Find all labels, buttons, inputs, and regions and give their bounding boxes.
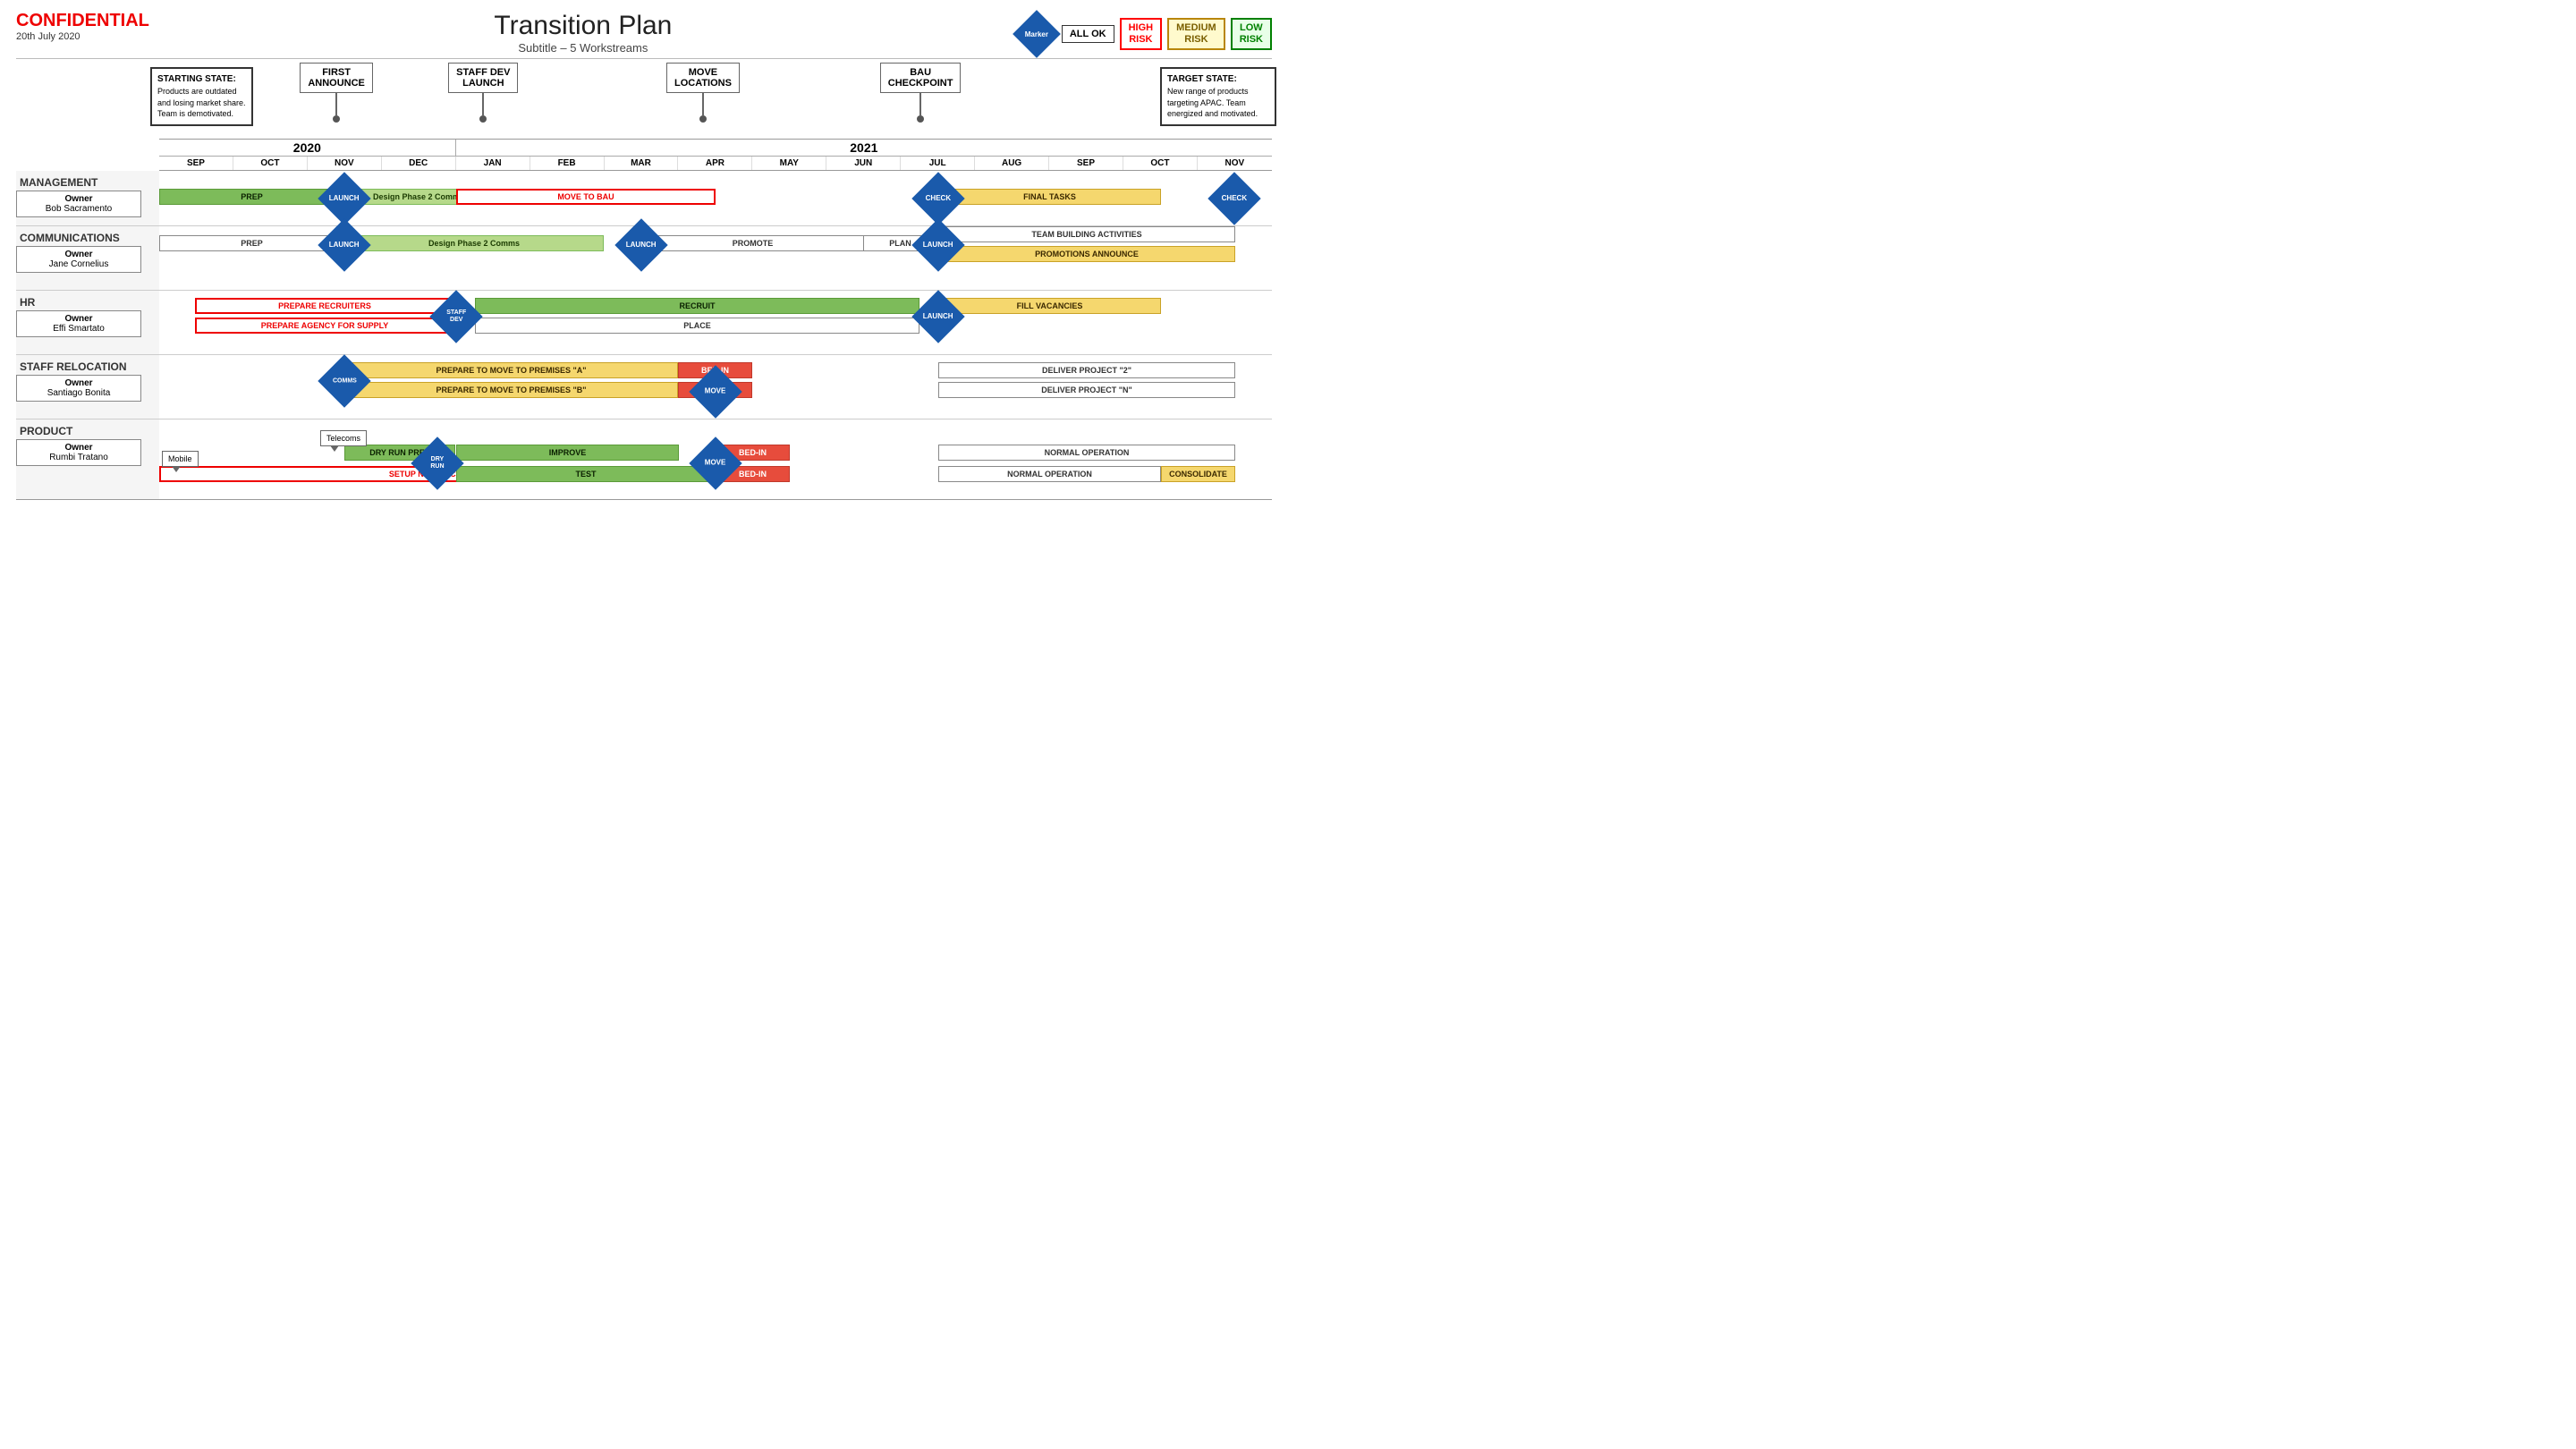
main-title: Transition Plan: [494, 11, 672, 41]
col-apr: APR: [678, 157, 752, 170]
hr-fill-vacancies-bar: FILL VACANCIES: [938, 298, 1161, 314]
date-label: 20th July 2020: [16, 31, 149, 42]
title-center: Transition Plan Subtitle – 5 Workstreams: [494, 11, 672, 55]
milestone-move-locations: MOVELOCATIONS: [666, 63, 740, 123]
mgmt-move-bau-bar: MOVE TO BAU: [456, 189, 716, 205]
col-jan: JAN: [456, 157, 530, 170]
legend-low-risk: LOWRISK: [1231, 18, 1272, 50]
product-improve-bar: IMPROVE: [456, 445, 679, 461]
col-may: MAY: [752, 157, 826, 170]
year-2021: 2021: [456, 140, 1272, 156]
confidential-label: CONFIDENTIAL: [16, 11, 149, 31]
col-oct2: OCT: [1123, 157, 1198, 170]
milestone-staff-dev: STAFF DEVLAUNCH: [448, 63, 518, 123]
col-jul: JUL: [901, 157, 975, 170]
mgmt-prep-bar: PREP: [159, 189, 344, 205]
ws-hr-label: HR Owner Effi Smartato: [16, 296, 155, 337]
legend-medium-risk: MEDIUMRISK: [1167, 18, 1225, 50]
hr-place-bar: PLACE: [475, 318, 919, 334]
subtitle: Subtitle – 5 Workstreams: [494, 41, 672, 55]
milestone-first-announce: FIRSTANNOUNCE: [300, 63, 373, 123]
mgmt-check-diamond: CHECK: [919, 180, 957, 217]
header-left: CONFIDENTIAL 20th July 2020: [16, 11, 149, 42]
product-test-bar: TEST: [456, 466, 716, 482]
mgmt-final-tasks-bar: FINAL TASKS: [938, 189, 1161, 205]
workstream-product: PRODUCT Owner Rumbi Tratano Mobile Telec…: [16, 419, 1272, 500]
ws-comms-label: COMMUNICATIONS Owner Jane Cornelius: [16, 232, 155, 273]
col-aug: AUG: [975, 157, 1049, 170]
comms-team-building-bar: TEAM BUILDING ACTIVITIES: [938, 226, 1235, 242]
workstream-hr: HR Owner Effi Smartato PREPARE RECRUITER…: [16, 291, 1272, 355]
comms-launch1-diamond: LAUNCH: [326, 226, 363, 264]
reloc-delivern-bar: DELIVER PROJECT "N": [938, 382, 1235, 398]
target-state-box: TARGET STATE: New range of products targ…: [1160, 67, 1276, 126]
comms-promotions-bar: PROMOTIONS ANNOUNCE: [938, 246, 1235, 262]
hr-prepare-recruiters-bar: PREPARE RECRUITERS: [195, 298, 454, 314]
legend-all-ok: ALL OK: [1062, 25, 1114, 43]
product-move-diamond: MOVE: [697, 445, 734, 482]
hr-launch-diamond: LAUNCH: [919, 298, 957, 335]
comms-prep-bar: PREP: [159, 235, 344, 251]
reloc-prep-a-bar: PREPARE TO MOVE TO PREMISES "A": [344, 362, 678, 378]
starting-state-box: STARTING STATE: Products are outdated an…: [150, 67, 253, 126]
legend-high-risk: HIGHRISK: [1120, 18, 1163, 50]
col-sep: SEP: [159, 157, 233, 170]
product-normal-op2-bar: NORMAL OPERATION: [938, 466, 1161, 482]
mgmt-launch-diamond: LAUNCH: [326, 180, 363, 217]
mobile-bubble: Mobile: [162, 451, 199, 467]
workstream-management: MANAGEMENT Owner Bob Sacramento PREP LAU…: [16, 171, 1272, 226]
workstream-staff-relocation: STAFF RELOCATION Owner Santiago Bonita C…: [16, 355, 1272, 419]
reloc-comms-diamond: COMMS: [326, 362, 363, 400]
hr-staffdev-diamond: STAFFDEV: [437, 298, 475, 335]
col-feb: FEB: [530, 157, 605, 170]
col-nov: NOV: [308, 157, 382, 170]
mgmt-check2-diamond: CHECK: [1216, 180, 1253, 217]
comms-design-bar: Design Phase 2 Comms: [344, 235, 604, 251]
product-dryrun-diamond: DRYRUN: [419, 445, 456, 482]
reloc-move-diamond: MOVE: [697, 373, 734, 411]
reloc-prep-b-bar: PREPARE TO MOVE TO PREMISES "B": [344, 382, 678, 398]
ws-reloc-label: STAFF RELOCATION Owner Santiago Bonita: [16, 360, 155, 402]
milestone-bau: BAUCHECKPOINT: [880, 63, 962, 123]
page: CONFIDENTIAL 20th July 2020 Transition P…: [0, 0, 1288, 724]
hr-prepare-agency-bar: PREPARE AGENCY FOR SUPPLY: [195, 318, 454, 334]
hr-recruit-bar: RECRUIT: [475, 298, 919, 314]
col-jun: JUN: [826, 157, 901, 170]
col-sep2: SEP: [1049, 157, 1123, 170]
col-oct: OCT: [233, 157, 308, 170]
col-nov2: NOV: [1198, 157, 1272, 170]
ws-product-label: PRODUCT Owner Rumbi Tratano: [16, 425, 155, 466]
comms-promote-bar: PROMOTE: [641, 235, 864, 251]
col-dec: DEC: [382, 157, 456, 170]
marker-text: Marker: [1025, 30, 1048, 38]
telecoms-bubble: Telecoms: [320, 430, 367, 446]
product-normal-op1-bar: NORMAL OPERATION: [938, 445, 1235, 461]
workstream-communications: COMMUNICATIONS Owner Jane Cornelius PREP…: [16, 226, 1272, 291]
legend: Marker ALL OK HIGHRISK MEDIUMRISK LOWRIS…: [1017, 14, 1272, 54]
ws-management-label: MANAGEMENT Owner Bob Sacramento: [16, 176, 155, 217]
product-consolidate-bar: CONSOLIDATE: [1161, 466, 1235, 482]
reloc-deliver2-bar: DELIVER PROJECT "2": [938, 362, 1235, 378]
year-2020: 2020: [159, 140, 456, 156]
legend-marker-diamond: Marker: [1017, 14, 1056, 54]
comms-launch3-diamond: LAUNCH: [919, 226, 957, 264]
comms-launch2-diamond: LAUNCH: [623, 226, 660, 264]
col-mar: MAR: [605, 157, 679, 170]
